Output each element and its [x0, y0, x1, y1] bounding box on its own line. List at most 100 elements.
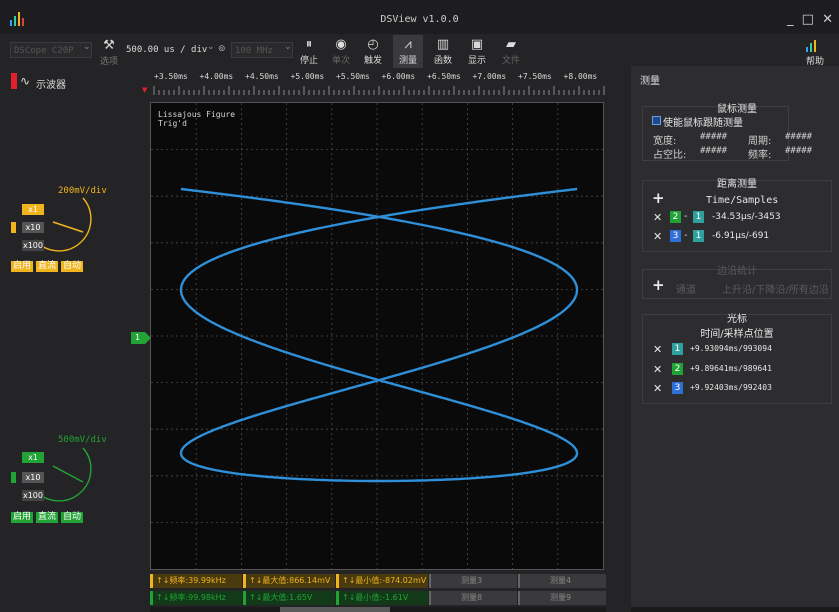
trigger-button[interactable]: ◴ 触发: [358, 37, 388, 66]
display-button[interactable]: ▣ 显示: [462, 37, 492, 66]
ch2-coupling-button[interactable]: 直流: [36, 512, 59, 523]
instrument-indicator: [11, 73, 17, 89]
ch1-probe-x100[interactable]: x100: [22, 240, 44, 251]
measure-ch1-max[interactable]: ↑↓最大值:866.14mV: [243, 574, 335, 588]
enable-cursor-checkbox[interactable]: [652, 116, 661, 125]
enable-cursor-label: 使能鼠标跟随测量: [663, 118, 743, 129]
record-icon: ⊚: [218, 44, 226, 54]
ch1-probe-x10[interactable]: x10: [22, 222, 44, 233]
decode-icon: ▥: [436, 37, 450, 52]
dash: -: [684, 230, 688, 241]
cursor-3-value: +9.92403ms/992403: [690, 383, 772, 392]
measure-slot-4[interactable]: 测量4: [518, 574, 606, 588]
ch2-probe-x10[interactable]: x10: [22, 472, 44, 483]
window-controls[interactable]: _ □ ✕: [787, 12, 835, 27]
stop-icon: ⏸: [305, 37, 313, 52]
measure-slot-3[interactable]: 测量3: [429, 574, 517, 588]
ch2-probe-x100[interactable]: x100: [22, 490, 44, 501]
cursor-3-badge[interactable]: 3: [672, 382, 683, 394]
measure-ch1-min[interactable]: ↑↓最小值:-874.02mV: [336, 574, 428, 588]
device-select[interactable]: DSCope C20P: [10, 42, 92, 58]
plot-title: Lissajous Figure Trig'd: [158, 110, 236, 128]
timebase-select[interactable]: 500.00 us / div: [126, 45, 207, 55]
display-icon: ▣: [470, 37, 484, 52]
distance-1-value: -34.53μs/-3453: [712, 212, 781, 222]
file-button[interactable]: ▰ 文件: [496, 37, 526, 66]
stop-button[interactable]: ⏸ 停止: [294, 37, 324, 66]
period-label: 周期:: [748, 136, 772, 147]
distance-2-cursor-b[interactable]: 1: [693, 230, 704, 242]
trigger-icon: ◴: [367, 37, 379, 52]
chevron-down-icon[interactable]: ⌄: [284, 42, 292, 52]
distance-1-cursor-b[interactable]: 1: [693, 211, 704, 223]
instrument-label: 示波器: [36, 80, 66, 91]
dock-scrollbar[interactable]: [631, 607, 839, 612]
distance-title: 距离测量: [717, 179, 757, 190]
cursor-header: 时间/采样点位置: [700, 329, 774, 340]
ch1-probe-x1[interactable]: x1: [22, 204, 44, 215]
ch1-enable-button[interactable]: 启用: [11, 261, 34, 272]
width-value: #####: [700, 132, 728, 142]
ch1-coupling-button[interactable]: 直流: [36, 261, 59, 272]
measure-ch1-freq[interactable]: ↑↓频率:39.99kHz: [150, 574, 242, 588]
ch2-side-marker: [11, 472, 16, 483]
distance-2-value: -6.91μs/-691: [712, 231, 770, 241]
edge-header-channel: 通道: [676, 285, 696, 296]
measure-button[interactable]: ⩘ 测量: [393, 35, 423, 68]
waveform-icon: ∿: [20, 74, 31, 88]
ch2-auto-button[interactable]: 自动: [61, 512, 84, 523]
measure-slot-9[interactable]: 测量9: [518, 591, 606, 605]
ch1-auto-button[interactable]: 自动: [61, 261, 84, 272]
options-button[interactable]: ⚒ 选项: [94, 38, 124, 67]
ch2-enable-button[interactable]: 启用: [11, 512, 34, 523]
measure-ch2-max[interactable]: ↑↓最大值:1.65V: [243, 591, 335, 605]
measure-ch2-freq[interactable]: ↑↓频率:99.98kHz: [150, 591, 242, 605]
cursor-measure-title: 鼠标测量: [717, 104, 757, 115]
ch1-trace-marker[interactable]: 1: [131, 332, 151, 344]
duty-value: #####: [700, 146, 728, 156]
distance-1-cursor-a[interactable]: 2: [670, 211, 681, 223]
window-title: DSView v1.0.0: [380, 14, 459, 25]
single-button[interactable]: ◉ 单次: [326, 37, 356, 66]
cursor-1-badge[interactable]: 1: [672, 343, 683, 355]
chevron-down-icon[interactable]: ⌄: [83, 42, 91, 52]
measure-ch2-min[interactable]: ↑↓最小值:-1.61V: [336, 591, 428, 605]
single-capture-icon: ◉: [335, 37, 347, 52]
period-value: #####: [785, 132, 813, 142]
duty-label: 占空比:: [653, 150, 687, 161]
remove-cursor-1-button[interactable]: ✕: [653, 343, 662, 356]
trigger-position-marker[interactable]: ▼: [142, 86, 147, 94]
distance-2-cursor-a[interactable]: 3: [670, 230, 681, 242]
measure-slot-8[interactable]: 测量8: [429, 591, 517, 605]
ch1-side-marker: [11, 222, 16, 233]
channel-panel: [0, 66, 145, 612]
folder-icon: ▰: [506, 37, 516, 52]
horizontal-scrollbar[interactable]: [150, 607, 606, 612]
remove-distance-1-button[interactable]: ✕: [653, 211, 662, 224]
cursor-1-value: +9.93094ms/993094: [690, 344, 772, 353]
dock-title: 测量: [640, 76, 660, 87]
waveform-plot[interactable]: [150, 102, 604, 570]
wrench-icon: ⚒: [103, 38, 115, 53]
remove-distance-2-button[interactable]: ✕: [653, 230, 662, 243]
remove-cursor-3-button[interactable]: ✕: [653, 382, 662, 395]
ch2-probe-x1[interactable]: x1: [22, 452, 44, 463]
distance-header: Time/Samples: [706, 195, 779, 206]
lissajous-trace: [179, 187, 579, 483]
add-distance-button[interactable]: +: [652, 189, 665, 207]
width-label: 宽度:: [653, 136, 677, 147]
remove-cursor-2-button[interactable]: ✕: [653, 363, 662, 376]
freq-value: #####: [785, 146, 813, 156]
freq-label: 频率:: [748, 150, 772, 161]
chevron-down-icon[interactable]: ⌄: [207, 42, 215, 52]
cursor-2-badge[interactable]: 2: [672, 363, 683, 375]
add-edge-stat-button[interactable]: +: [652, 276, 665, 294]
help-logo-icon: [806, 40, 822, 52]
measure-bar: ↑↓频率:39.99kHz ↑↓最大值:866.14mV ↑↓最小值:-874.…: [150, 574, 606, 608]
time-ruler[interactable]: +3.50ms +4.00ms +4.50ms +5.00ms +5.50ms +6.00…: [150, 70, 606, 96]
edge-stats-title: 边沿统计: [717, 266, 757, 277]
dash: -: [684, 211, 688, 222]
cursor-2-value: +9.89641ms/989641: [690, 364, 772, 373]
decode-button[interactable]: ▥ 函数: [428, 37, 458, 66]
measure-icon: ⩘: [404, 37, 412, 52]
